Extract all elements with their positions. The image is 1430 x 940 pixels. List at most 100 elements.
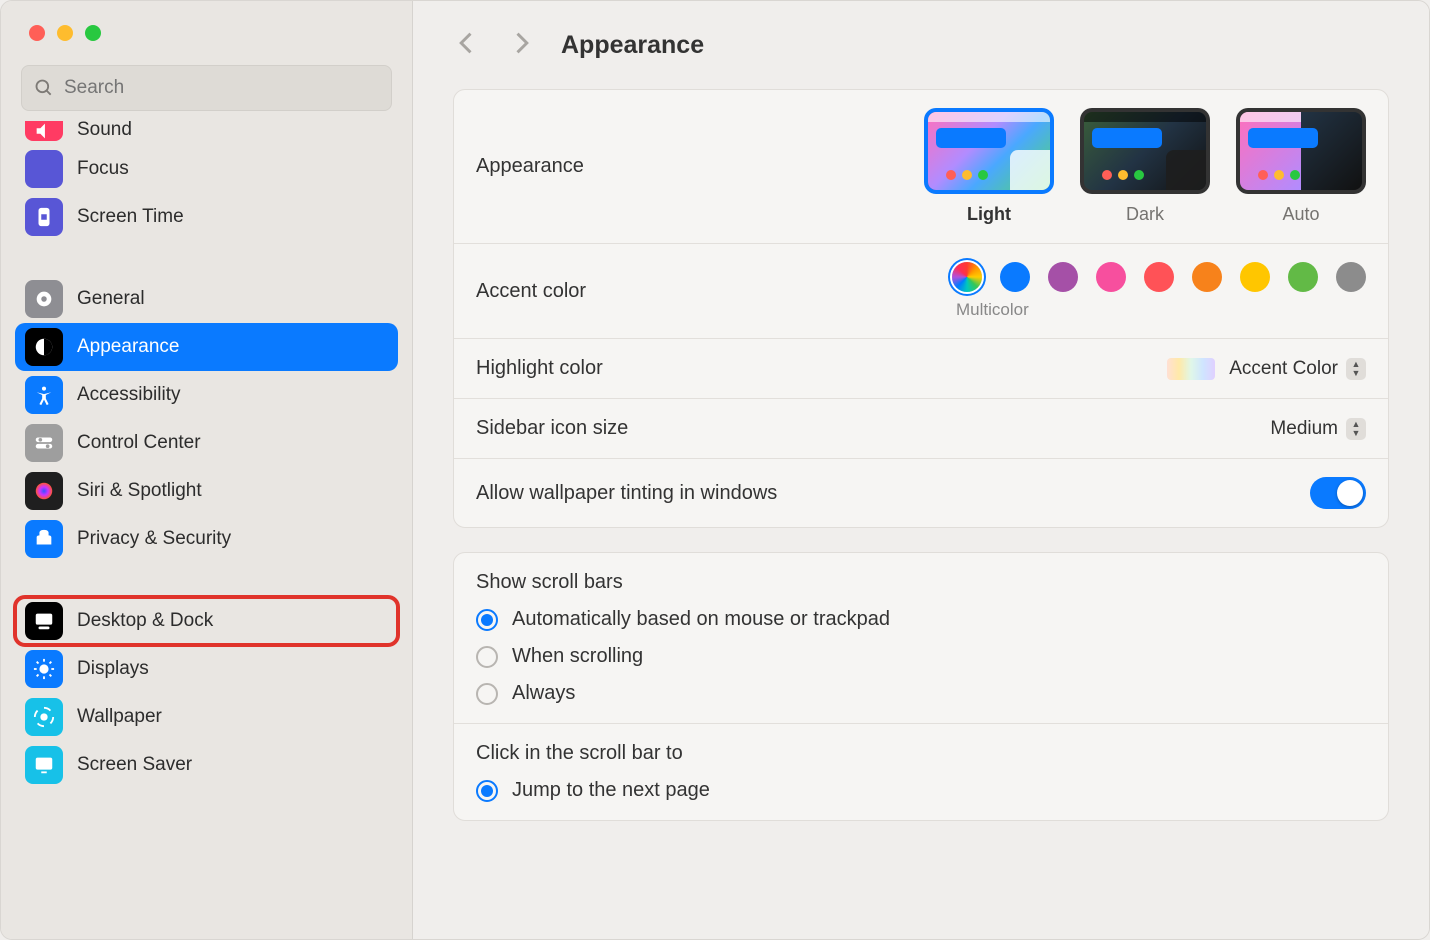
sidebar-item-label: General — [77, 288, 145, 310]
click-scrollbar-row: Click in the scroll bar to Jump to the n… — [454, 724, 1388, 820]
privacy-icon — [25, 520, 63, 558]
accessibility-icon — [25, 376, 63, 414]
header: Appearance — [413, 1, 1429, 89]
sidebar-item-label: Focus — [77, 158, 129, 180]
sidebar-item-wallpaper[interactable]: Wallpaper — [15, 693, 398, 741]
accent-caption: Multicolor — [952, 300, 1029, 320]
displays-icon — [25, 650, 63, 688]
accent-label: Accent color — [476, 280, 952, 303]
sidebar-item-label: Screen Time — [77, 206, 184, 228]
click-scrollbar-option[interactable]: Jump to the next page — [476, 779, 710, 802]
sound-icon — [25, 121, 63, 141]
accent-blue[interactable] — [1000, 262, 1030, 292]
sidebar-item-label: Displays — [77, 658, 149, 680]
show-scrollbars-option[interactable]: When scrolling — [476, 645, 890, 668]
wallpaper-tinting-toggle[interactable] — [1310, 477, 1366, 509]
click-scrollbar-label: Click in the scroll bar to — [476, 742, 683, 765]
search-field[interactable] — [21, 65, 392, 111]
sidebar-icon-size-label: Sidebar icon size — [476, 417, 1270, 440]
sidebar-item-label: Wallpaper — [77, 706, 162, 728]
accent-pink[interactable] — [1096, 262, 1126, 292]
fullscreen-window-button[interactable] — [85, 25, 101, 41]
main-panel: Appearance Appearance Light Dark Auto Acce… — [413, 1, 1429, 939]
accent-purple[interactable] — [1048, 262, 1078, 292]
close-window-button[interactable] — [29, 25, 45, 41]
sidebar-item-label: Desktop & Dock — [77, 610, 213, 632]
accent-multicolor[interactable] — [952, 262, 982, 292]
desktop-icon — [25, 602, 63, 640]
show-scrollbars-label: Show scroll bars — [476, 571, 623, 594]
sidebar-item-general[interactable]: General — [15, 275, 398, 323]
sidebar-item-label: Screen Saver — [77, 754, 192, 776]
controlcenter-icon — [25, 424, 63, 462]
accent-orange[interactable] — [1192, 262, 1222, 292]
radio-label: Jump to the next page — [512, 779, 710, 802]
accent-red[interactable] — [1144, 262, 1174, 292]
radio-label: Automatically based on mouse or trackpad — [512, 608, 890, 631]
search-icon — [34, 78, 54, 98]
accent-graphite[interactable] — [1336, 262, 1366, 292]
radio-label: Always — [512, 682, 575, 705]
appearance-label: Appearance — [476, 155, 924, 178]
page-title: Appearance — [561, 31, 704, 60]
minimize-window-button[interactable] — [57, 25, 73, 41]
show-scrollbars-option[interactable]: Always — [476, 682, 890, 705]
accent-color-row: Accent color Multicolor — [454, 244, 1388, 339]
sidebar-item-appearance[interactable]: Appearance — [15, 323, 398, 371]
sidebar-item-control-center[interactable]: Control Center — [15, 419, 398, 467]
chevron-updown-icon: ▲▼ — [1346, 418, 1366, 440]
sidebar-item-label: Control Center — [77, 432, 201, 454]
sidebar-icon-size-select[interactable]: Medium ▲▼ — [1270, 418, 1366, 440]
nav-forward[interactable] — [507, 29, 535, 62]
radio-icon — [476, 780, 498, 802]
radio-icon — [476, 609, 498, 631]
search-input[interactable] — [64, 77, 379, 99]
sidebar-item-label: Siri & Spotlight — [77, 480, 202, 502]
chevron-updown-icon: ▲▼ — [1346, 358, 1366, 380]
appearance-icon — [25, 328, 63, 366]
appearance-row: Appearance Light Dark Auto — [454, 90, 1388, 244]
sidebar-item-displays[interactable]: Displays — [15, 645, 398, 693]
sidebar-item-siri-spotlight[interactable]: Siri & Spotlight — [15, 467, 398, 515]
scroll-card: Show scroll bars Automatically based on … — [453, 552, 1389, 821]
highlight-value: Accent Color — [1229, 358, 1338, 380]
sidebar-item-accessibility[interactable]: Accessibility — [15, 371, 398, 419]
sidebar-item-label: Sound — [77, 121, 132, 141]
appearance-option-label: Dark — [1126, 204, 1164, 225]
radio-icon — [476, 646, 498, 668]
sidebar-item-desktop-dock[interactable]: Desktop & Dock — [15, 597, 398, 645]
appearance-option-label: Light — [967, 204, 1011, 225]
sidebar-item-focus[interactable]: Focus — [15, 145, 398, 193]
wallpaper-tinting-label: Allow wallpaper tinting in windows — [476, 482, 1310, 505]
nav-back[interactable] — [453, 29, 481, 62]
sidebar-item-label: Accessibility — [77, 384, 180, 406]
accent-yellow[interactable] — [1240, 262, 1270, 292]
appearance-option-light[interactable]: Light — [924, 108, 1054, 225]
radio-label: When scrolling — [512, 645, 643, 668]
appearance-option-dark[interactable]: Dark — [1080, 108, 1210, 225]
siri-icon — [25, 472, 63, 510]
sidebar-item-label: Appearance — [77, 336, 179, 358]
sidebar-item-screen-time[interactable]: Screen Time — [15, 193, 398, 241]
sidebar-item-sound[interactable]: Sound — [15, 121, 398, 145]
wallpaper-icon — [25, 698, 63, 736]
sidebar-item-screen-saver[interactable]: Screen Saver — [15, 741, 398, 789]
sidebar-item-privacy-security[interactable]: Privacy & Security — [15, 515, 398, 563]
sidebar: Sound Focus Screen Time General Appearance Ac… — [1, 1, 413, 939]
show-scrollbars-row: Show scroll bars Automatically based on … — [454, 553, 1388, 724]
appearance-option-label: Auto — [1282, 204, 1319, 225]
general-icon — [25, 280, 63, 318]
focus-icon — [25, 150, 63, 188]
show-scrollbars-option[interactable]: Automatically based on mouse or trackpad — [476, 608, 890, 631]
sidebar-icon-size-value: Medium — [1270, 418, 1338, 440]
sidebar-item-label: Privacy & Security — [77, 528, 231, 550]
accent-green[interactable] — [1288, 262, 1318, 292]
highlight-swatch-icon — [1167, 358, 1215, 380]
highlight-color-select[interactable]: Accent Color ▲▼ — [1167, 358, 1366, 380]
appearance-card: Appearance Light Dark Auto Accent color Mu… — [453, 89, 1389, 528]
screensaver-icon — [25, 746, 63, 784]
appearance-option-auto[interactable]: Auto — [1236, 108, 1366, 225]
radio-icon — [476, 683, 498, 705]
wallpaper-tinting-row: Allow wallpaper tinting in windows — [454, 459, 1388, 527]
screentime-icon — [25, 198, 63, 236]
